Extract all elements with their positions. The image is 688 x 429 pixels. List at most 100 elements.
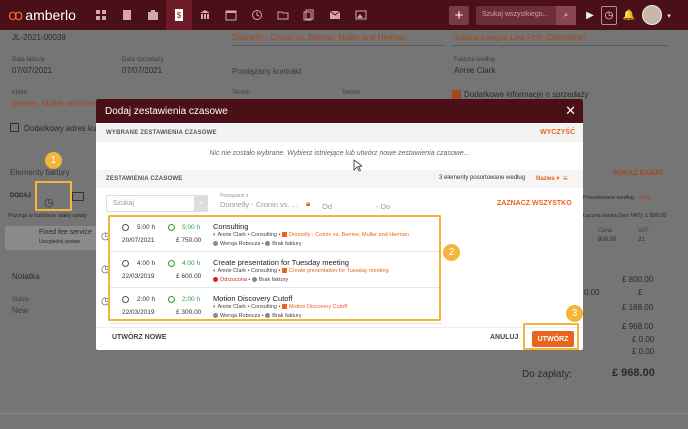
sale-date-label: Data sprzedaży [122, 57, 164, 63]
logo-text: amberlo [25, 7, 76, 23]
contacts-icon[interactable] [114, 0, 140, 30]
term-label-2: Termin [342, 90, 361, 96]
sort-direction-icon[interactable]: ≡ [563, 174, 568, 183]
vat-total-value: £ 168.00 [622, 303, 654, 312]
cancel-button[interactable]: ANULUJ [490, 334, 518, 341]
project-filter-label: Powiązane z [220, 193, 249, 199]
folder-icon[interactable] [270, 0, 296, 30]
bank-icon[interactable] [192, 0, 218, 30]
price-label: Cena [598, 228, 613, 234]
items-title: Elementy faktury [10, 168, 70, 177]
sale-date-field[interactable]: 07/07/2021 [122, 66, 162, 75]
billing-icon[interactable]: $ [166, 0, 192, 30]
currency-select[interactable]: £ [638, 288, 642, 297]
deposit-value: £ 0.00 [632, 347, 655, 356]
clear-selection-link[interactable]: WYCZYŚĆ [540, 129, 575, 136]
search-icon[interactable]: ⌕ [556, 6, 576, 25]
time-entry-search-input[interactable]: Szukaj ⌕ [106, 195, 208, 212]
price-field[interactable]: 800.00 [598, 237, 616, 243]
status-value[interactable]: New [12, 306, 28, 315]
date-from-field[interactable]: Od [322, 202, 332, 211]
position-label: Pozycja w budżecie stałej opłaty [8, 213, 87, 219]
history-icon[interactable] [244, 0, 270, 30]
subtotal-value: £ 800.00 [622, 275, 654, 284]
invoice-by-field[interactable]: Annie Clark [454, 66, 495, 75]
firm-field[interactable]: Justice League Law Firm (Domyślne) [454, 33, 586, 42]
select-all-link[interactable]: ZAZNACZ WSZYSTKO [497, 200, 572, 207]
invoice-by-label: Faktura według [454, 57, 496, 63]
sort-value: Nazwa [536, 176, 555, 182]
net-total-label: Łączna kwota (bez VAT): £ 800.00 [583, 213, 667, 219]
search-placeholder: Szukaj [113, 200, 135, 207]
app-logo[interactable]: ꝏ amberlo [0, 6, 88, 24]
lock-icon[interactable]: 🔒︎ [306, 199, 310, 209]
list-header-text: ZESTAWIENIA CZASOWE [106, 176, 183, 182]
invoice-date-field[interactable]: 07/07/2021 [12, 66, 52, 75]
modal-header: Dodaj zestawienia czasowe ✕ [96, 99, 583, 123]
notification-bell-icon[interactable]: 🔔 [622, 6, 636, 25]
calendar-icon[interactable] [218, 0, 244, 30]
linked-contract-field[interactable]: Powiązany kontrakt [232, 67, 301, 76]
selected-section-header: WYBRANE ZESTAWIENIA CZASOWE [96, 124, 583, 142]
logo-mark-icon: ꝏ [8, 7, 24, 24]
highlight-create-button [523, 323, 579, 350]
project-filter[interactable]: Donnelly - Cronin vs. ... [220, 200, 298, 209]
entries-count: 3 elementy posortowane według [439, 175, 526, 181]
fixed-fee-subtitle: Uwzględnij zestaw [39, 239, 81, 245]
user-avatar[interactable] [642, 5, 662, 25]
callout-badge-1: 1 [45, 152, 62, 169]
vat-field[interactable]: 21 [638, 237, 645, 243]
fixed-fee-title: Fixed fee service [39, 229, 92, 236]
show-discount-link[interactable]: POKAŻ RABAT [613, 170, 663, 177]
date-to-field[interactable]: - Do [376, 202, 390, 211]
chevron-down-icon[interactable]: ▾ [664, 6, 674, 25]
to-pay-label: Do zapłaty: [522, 369, 573, 380]
invoice-date-label: Data faktury [12, 57, 45, 63]
gross-total-value: £ 968.00 [622, 322, 654, 331]
sort-label: Posortowane według [583, 195, 635, 201]
dashboard-icon[interactable] [88, 0, 114, 30]
highlight-entries-list [108, 215, 441, 321]
extra-info-checkbox[interactable] [452, 90, 461, 99]
discount-value[interactable]: 0.00 [584, 288, 600, 297]
add-new-button[interactable]: + [449, 6, 469, 25]
paid-value: £ 0.00 [632, 335, 655, 344]
module-nav: $ [88, 0, 374, 30]
extra-address-checkbox[interactable] [10, 123, 19, 132]
briefcase-icon[interactable] [140, 0, 166, 30]
extra-info-checkbox-label[interactable]: Dodatkowe informacje o sprzedaży [464, 90, 589, 99]
modal-title: Dodaj zestawienia czasowe [105, 105, 228, 117]
vat-label: VAT [638, 228, 649, 234]
add-items-label: DODAJ [10, 193, 32, 199]
to-pay-value: £ 968.00 [612, 367, 655, 379]
fixed-fee-card[interactable]: Fixed fee service Uwzględnij zestaw [5, 226, 97, 250]
timer-icon[interactable]: ◷ [601, 6, 617, 25]
image-icon[interactable] [348, 0, 374, 30]
documents-icon[interactable] [296, 0, 322, 30]
note-label: Notatka [12, 272, 40, 281]
status-label: Status [12, 297, 30, 303]
sort-dropdown[interactable]: Nazwa ▾ [536, 175, 559, 182]
search-icon[interactable]: ⌕ [194, 195, 208, 212]
date-to-text: Do [380, 202, 391, 211]
mail-icon[interactable] [322, 0, 348, 30]
empty-selection-text: Nic nie zostało wybrane. Wybierz istniej… [209, 150, 470, 157]
invoice-number: JL-2021-00038 [12, 33, 66, 42]
play-icon[interactable]: ▶ [583, 6, 597, 25]
search-placeholder: Szukaj wszystkiego... [482, 11, 549, 18]
callout-badge-2: 2 [443, 244, 460, 261]
global-search-input[interactable]: Szukaj wszystkiego... ⌕ [476, 6, 576, 25]
top-navigation-bar: ꝏ amberlo $ + Szukaj wszystkiego... ⌕ ▶ … [0, 0, 688, 30]
add-expense-icon[interactable] [72, 192, 84, 201]
mouse-cursor-icon [353, 159, 362, 172]
sort-dropdown[interactable]: Data [639, 195, 651, 201]
callout-badge-3: 3 [566, 305, 583, 322]
extra-address-label: Dodatkowy adres kup [24, 124, 101, 133]
client-label: Klient [12, 90, 28, 96]
close-icon[interactable]: ✕ [565, 103, 576, 119]
client-field[interactable]: Donnelly - Cronin vs. Bernier, Muller an… [232, 33, 406, 42]
create-new-button[interactable]: UTWÓRZ NOWE [112, 334, 166, 341]
selected-header-text: WYBRANE ZESTAWIENIA CZASOWE [106, 130, 217, 136]
highlight-add-time-entry [35, 181, 72, 211]
svg-text:$: $ [177, 11, 182, 20]
